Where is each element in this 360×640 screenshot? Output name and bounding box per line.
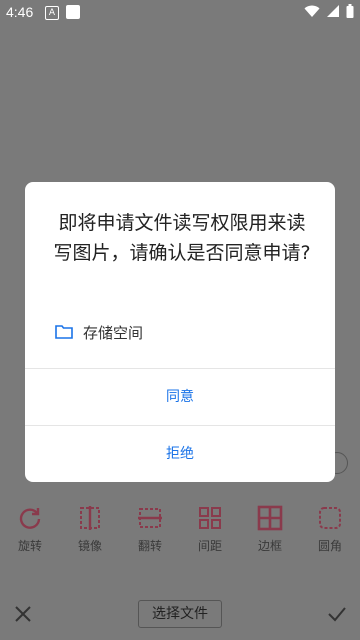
- permission-dialog: 即将申请文件读写权限用来读写图片，请确认是否同意申请? 存储空间 同意 拒绝: [25, 182, 335, 482]
- agree-button[interactable]: 同意: [25, 369, 335, 425]
- permission-item-storage: 存储空间: [55, 320, 143, 344]
- dialog-message: 即将申请文件读写权限用来读写图片，请确认是否同意申请?: [53, 212, 311, 264]
- folder-icon: [55, 325, 73, 339]
- permission-label: 存储空间: [83, 323, 144, 342]
- reject-button[interactable]: 拒绝: [25, 426, 335, 482]
